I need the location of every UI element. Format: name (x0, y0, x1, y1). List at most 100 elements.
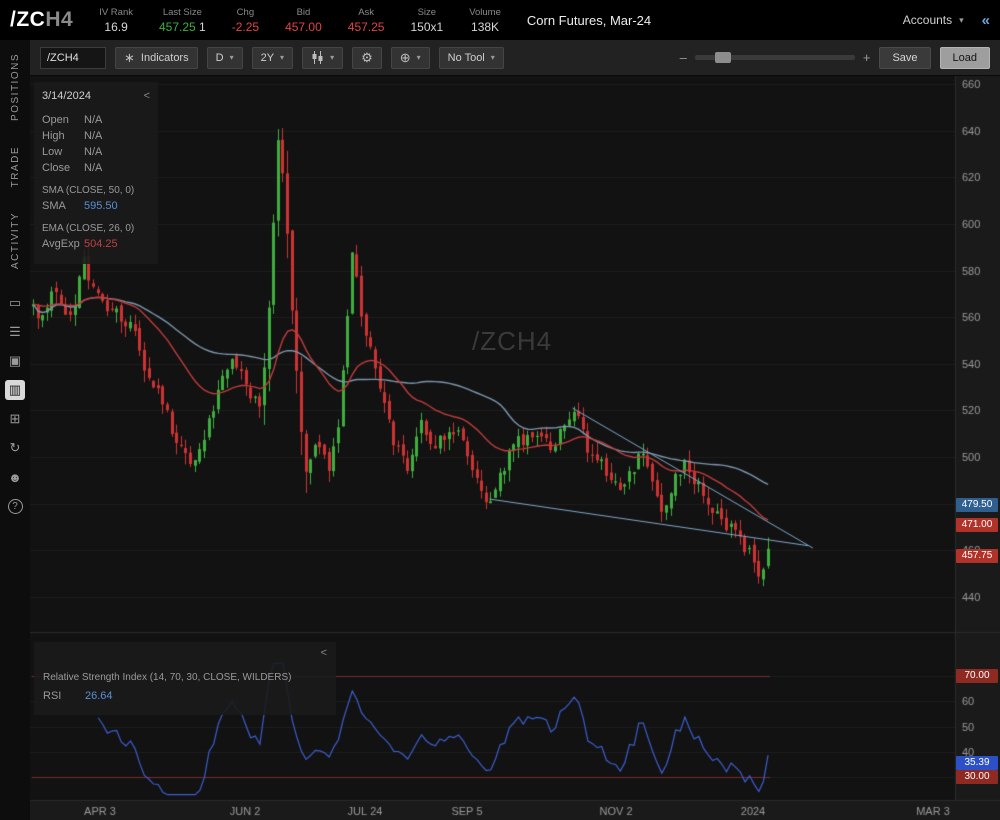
stat-value: 150x1 (410, 20, 443, 34)
stat-label: Volume (469, 7, 501, 18)
stat-value: 457.25 1 (159, 20, 206, 34)
ohlc-row-low: LowN/A (42, 146, 150, 158)
sma-study-title: SMA (CLOSE, 50, 0) (42, 185, 150, 196)
panel-collapse-button[interactable]: < (144, 90, 150, 102)
stat-value: 138K (471, 20, 499, 34)
chart-area[interactable]: /ZCH4 3/14/2024< OpenN/A HighN/A LowN/A … (30, 76, 1000, 820)
package-icon[interactable]: ▣ (5, 351, 25, 371)
stat-ask: Ask 457.25 (348, 7, 385, 34)
stat-value: 16.9 (104, 20, 127, 34)
badge-rsi-cur: 35.39 (956, 756, 998, 770)
timeframe-dropdown[interactable]: D▾ (207, 47, 243, 69)
stat-chg: Chg -2.25 (232, 7, 259, 34)
save-button[interactable]: Save (879, 47, 930, 69)
last-size: 1 (199, 20, 206, 34)
stat-value: 457.00 (285, 20, 322, 34)
sma-value: 595.50 (84, 200, 118, 212)
chart-toolbar: ∗Indicators D▾ 2Y▾ ▾ ⚙ ⊕▾ No Tool▾ – + S… (30, 40, 1000, 76)
range-dropdown[interactable]: 2Y ▾ (252, 47, 293, 69)
sidebar-tab-activity[interactable]: ACTIVITY (10, 212, 21, 269)
crosshair-date: 3/14/2024 (42, 90, 91, 102)
row-label: Close (42, 162, 84, 174)
accounts-dropdown[interactable]: Accounts ▾ (897, 9, 970, 31)
stat-value: -2.25 (232, 20, 259, 34)
stat-iv-rank: IV Rank 16.9 (99, 7, 133, 34)
ohlc-study-panel: 3/14/2024< OpenN/A HighN/A LowN/A CloseN… (34, 82, 158, 264)
gear-icon: ⚙ (361, 51, 373, 64)
chevron-down-icon: ▾ (280, 53, 284, 62)
rsi-study-title: Relative Strength Index (14, 70, 30, CLO… (43, 672, 327, 683)
badge-last: 457.75 (956, 549, 998, 563)
rsi-study-panel: < Relative Strength Index (14, 70, 30, C… (34, 642, 336, 715)
chart-style-dropdown[interactable]: ▾ (302, 47, 343, 69)
left-sidebar: POSITIONS TRADE ACTIVITY ▭ ☰ ▣ ▥ ⊞ ↻ ☻ ? (0, 40, 30, 820)
badge-sma: 479.50 (956, 498, 998, 512)
zoom-control: – + (680, 50, 871, 65)
drawing-tool-dropdown[interactable]: No Tool▾ (439, 47, 504, 69)
rsi-value-row: RSI26.64 (43, 690, 327, 702)
monitor-icon[interactable]: ▭ (5, 293, 25, 313)
drawing-tool-value: No Tool (448, 52, 485, 64)
indicators-button[interactable]: ∗ Indicators (115, 47, 198, 69)
users-icon[interactable]: ☻ (5, 467, 25, 487)
stat-label: Ask (358, 7, 374, 18)
candlestick-icon (311, 51, 324, 64)
stat-label: Bid (297, 7, 311, 18)
indicators-label: Indicators (141, 52, 189, 64)
chart-settings-button[interactable]: ⚙ (352, 47, 382, 69)
collapse-panel-icon[interactable]: « (982, 12, 990, 29)
stat-size: Size 150x1 (410, 7, 443, 34)
row-value: N/A (84, 162, 102, 174)
ohlc-row-close: CloseN/A (42, 162, 150, 174)
ema-value: 504.25 (84, 238, 118, 250)
zoom-out-button[interactable]: – (680, 50, 687, 65)
zoom-slider-handle[interactable] (715, 52, 731, 63)
stat-label: Chg (237, 7, 254, 18)
sma-value-row: SMA595.50 (42, 200, 150, 212)
last-price: 457.25 (159, 20, 196, 34)
symbol-suffix: H4 (45, 8, 73, 31)
stat-label: IV Rank (99, 7, 133, 18)
badge-rsi-os: 30.00 (956, 770, 998, 784)
rsi-value: 26.64 (85, 690, 113, 702)
crosshair-icon: ⊕ (400, 51, 411, 64)
top-bar: /ZCH4 IV Rank 16.9 Last Size 457.25 1 Ch… (0, 0, 1000, 40)
zoom-slider-track[interactable] (695, 55, 855, 60)
zoom-in-button[interactable]: + (863, 50, 871, 65)
badge-ema: 471.00 (956, 518, 998, 532)
stat-label: Size (418, 7, 436, 18)
chart-icon[interactable]: ▥ (5, 380, 25, 400)
ema-study-title: EMA (CLOSE, 26, 0) (42, 223, 150, 234)
stat-bid: Bid 457.00 (285, 7, 322, 34)
watchlist-icon[interactable]: ☰ (5, 322, 25, 342)
studies-icon: ∗ (124, 51, 135, 64)
help-glyph: ? (8, 499, 23, 514)
grid-icon[interactable]: ⊞ (5, 409, 25, 429)
badge-rsi-ob: 70.00 (956, 669, 998, 683)
help-icon[interactable]: ? (5, 496, 25, 516)
load-button[interactable]: Load (940, 47, 990, 69)
accounts-label: Accounts (903, 13, 952, 27)
instrument-description: Corn Futures, Mar-24 (527, 13, 651, 28)
row-label: High (42, 130, 84, 142)
crosshair-dropdown[interactable]: ⊕▾ (391, 47, 430, 69)
stat-last-size: Last Size 457.25 1 (159, 7, 206, 34)
row-label: AvgExp (42, 238, 84, 250)
row-label: SMA (42, 200, 84, 212)
sidebar-tab-positions[interactable]: POSITIONS (10, 53, 21, 121)
ohlc-row-high: HighN/A (42, 130, 150, 142)
symbol-input[interactable] (40, 47, 106, 69)
symbol-title: /ZCH4 (10, 8, 73, 32)
row-value: N/A (84, 130, 102, 142)
chevron-down-icon: ▾ (230, 53, 234, 62)
chevron-down-icon: ▾ (959, 15, 964, 26)
chevron-down-icon: ▾ (417, 53, 421, 62)
stat-label: Last Size (163, 7, 202, 18)
symbol-root: /ZC (10, 8, 45, 31)
sidebar-tab-trade[interactable]: TRADE (10, 146, 21, 187)
row-label: Open (42, 114, 84, 126)
ohlc-row-open: OpenN/A (42, 114, 150, 126)
range-value: 2Y (261, 52, 274, 64)
history-icon[interactable]: ↻ (5, 438, 25, 458)
rsi-collapse-button[interactable]: < (321, 647, 327, 659)
